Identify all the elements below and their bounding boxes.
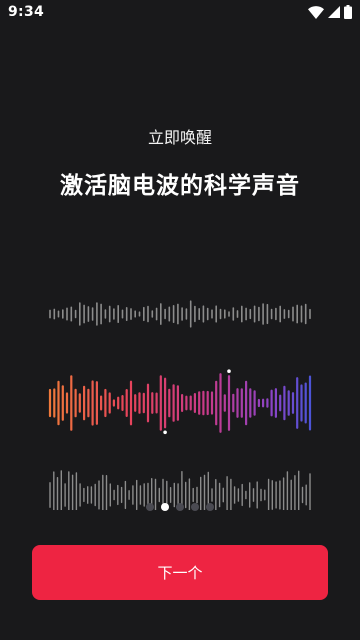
page-dot [191,503,199,511]
status-icons [308,5,352,19]
status-bar: 9:34 [0,0,360,24]
cellular-signal-icon [328,6,340,18]
page-dot [176,503,184,511]
battery-icon [344,5,352,19]
page-dot-active [161,503,169,511]
soundwave-top [49,300,311,328]
wifi-icon [308,5,324,19]
page-indicator [0,503,360,511]
wave-peak-dot [163,430,167,435]
soundwave-middle [48,369,312,435]
onboarding-subtitle: 立即唤醒 [147,128,212,147]
page-dot [206,503,214,511]
wave-peak-dot [227,369,231,373]
status-time: 9:34 [8,4,45,20]
page-dot [146,503,154,511]
next-button[interactable]: 下一个 [32,545,328,600]
onboarding-headline: 激活脑电波的科学声音 [60,173,300,199]
soundwave-illustration [48,300,312,510]
